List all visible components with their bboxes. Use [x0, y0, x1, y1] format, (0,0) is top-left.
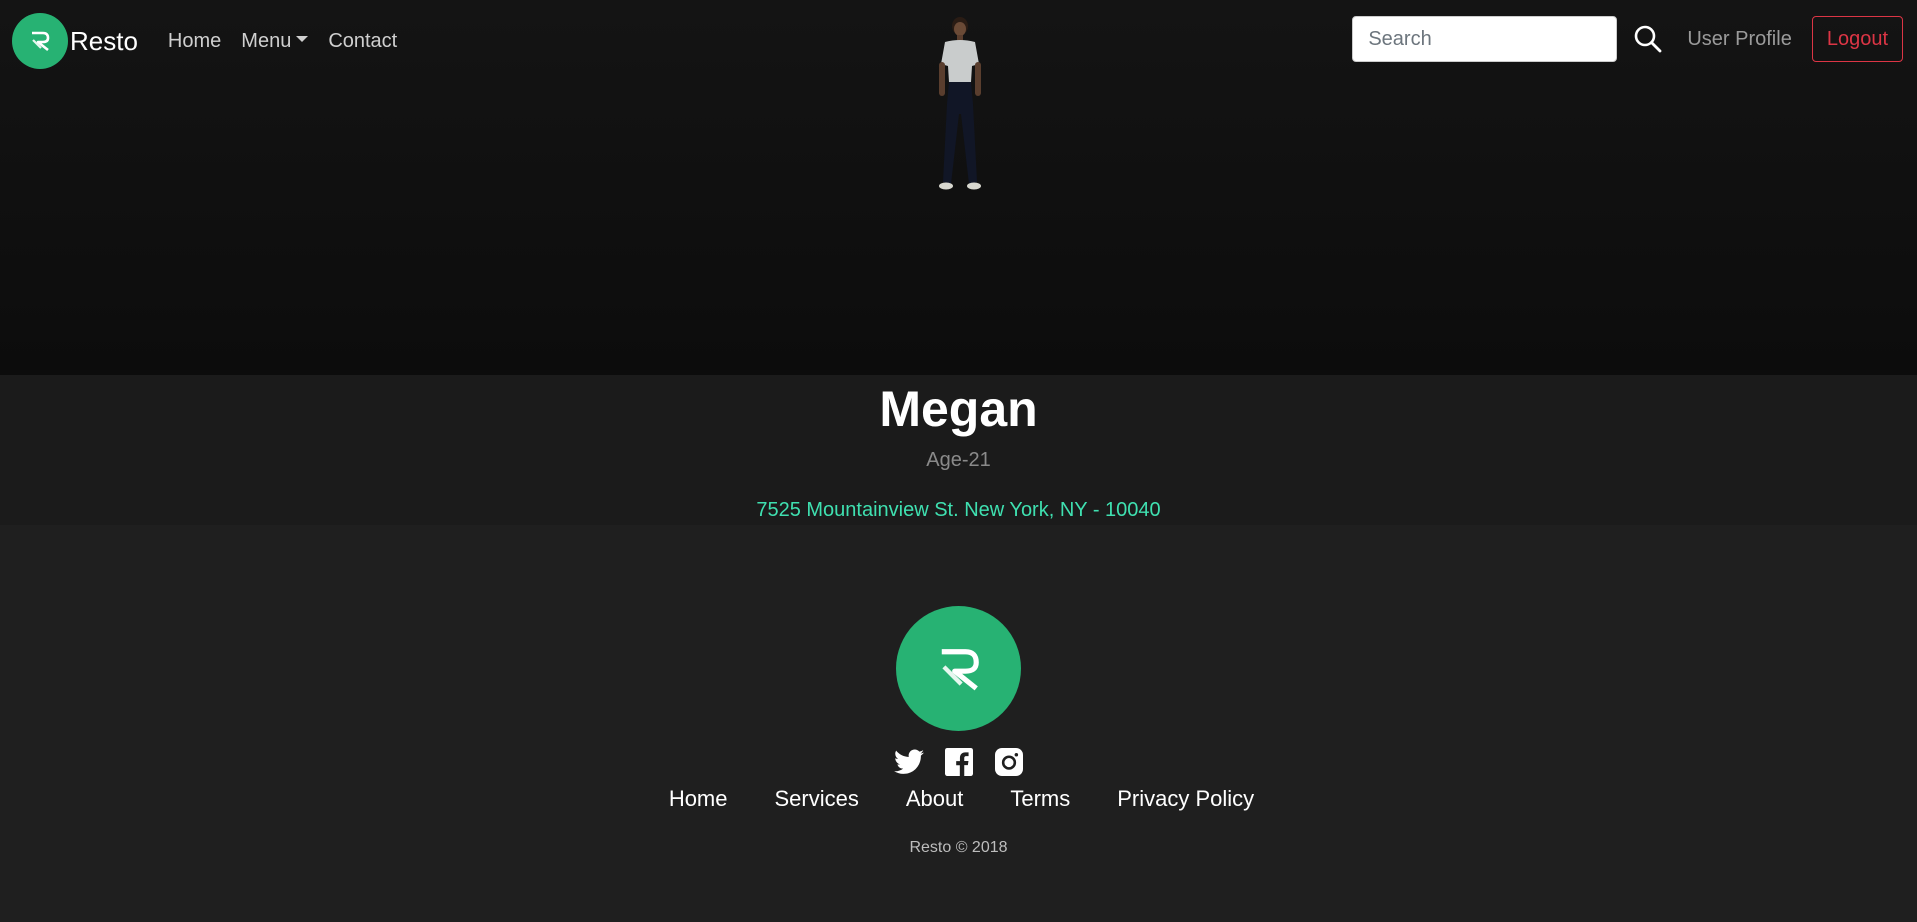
top-navbar: Resto Home Menu Contact User Profile Log… — [0, 0, 1917, 82]
caret-down-icon — [296, 36, 309, 42]
nav-home-link[interactable]: Home — [168, 30, 221, 53]
twitter-icon[interactable] — [893, 747, 924, 777]
brand-link[interactable]: Resto — [12, 13, 138, 69]
facebook-icon[interactable] — [944, 747, 974, 777]
footer-link-home[interactable]: Home — [669, 786, 728, 812]
user-profile-link[interactable]: User Profile — [1687, 28, 1791, 51]
copyright-text: Resto © 2018 — [909, 839, 1008, 856]
footer-link-privacy-policy[interactable]: Privacy Policy — [1117, 786, 1254, 812]
search-icon[interactable] — [1625, 16, 1671, 62]
social-links — [0, 747, 1917, 777]
site-footer: Home Services About Terms Privacy Policy… — [0, 525, 1917, 922]
logout-button[interactable]: Logout — [1811, 16, 1903, 62]
footer-link-services[interactable]: Services — [775, 786, 859, 812]
nav-contact-link[interactable]: Contact — [328, 30, 397, 53]
footer-links: Home Services About Terms Privacy Policy — [0, 786, 1917, 812]
profile-info: Megan Age-21 7525 Mountainview St. New Y… — [0, 375, 1917, 525]
brand-name: Resto — [70, 25, 138, 56]
nav-menu-label: Menu — [241, 29, 292, 52]
resto-logo-icon — [12, 13, 68, 69]
instagram-icon[interactable] — [994, 747, 1024, 777]
footer-link-terms[interactable]: Terms — [1010, 786, 1070, 812]
search-input[interactable] — [1352, 16, 1618, 62]
profile-name: Megan — [879, 381, 1038, 437]
nav-links: Home Menu Contact — [168, 30, 397, 53]
profile-age: Age-21 — [926, 449, 991, 471]
profile-address: 7525 Mountainview St. New York, NY - 100… — [756, 499, 1161, 521]
resto-logo-icon — [896, 606, 1021, 731]
nav-right-group: User Profile Logout — [1352, 16, 1903, 62]
nav-menu-dropdown[interactable]: Menu — [241, 29, 309, 53]
footer-link-about[interactable]: About — [906, 786, 964, 812]
